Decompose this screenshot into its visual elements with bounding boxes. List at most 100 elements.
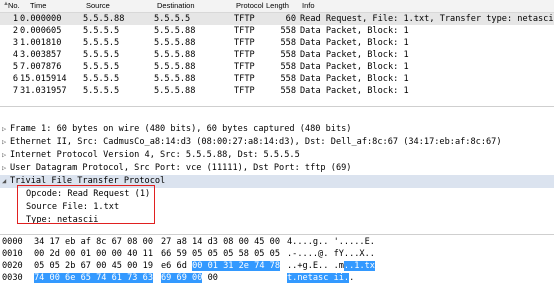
hex-offset: 0000 [2,237,23,247]
packet-no: 2 [12,26,18,36]
packet-bytes-pane[interactable]: 0000 34 17 eb af 8c 67 08 00 27 a8 14 d3… [0,234,554,283]
packet-length: 558 [280,26,296,36]
packet-destination: 5.5.5.88 [154,26,196,36]
packet-row[interactable]: 4 3.003857 5.5.5.5 5.5.5.88 TFTP 558 Dat… [0,49,554,61]
hex-offset: 0020 [2,261,23,271]
hex-bytes: 66 59 05 05 05 58 05 05 [161,249,280,259]
packet-list-header: ▲ No. Time Source Destination Protocol L… [0,0,554,13]
hex-bytes: 74 00 6e 65 74 61 73 63 [34,272,153,284]
packet-info: Data Packet, Block: 1 [300,26,409,36]
packet-time: 1.001810 [20,38,62,48]
packet-length: 60 [285,14,296,24]
packet-time: 0.000000 [20,14,62,24]
expand-arrow-icon[interactable]: ▷ [2,136,6,149]
hex-row: 0010 00 2d 00 01 00 00 40 11 66 59 05 05… [0,248,554,260]
col-header-time[interactable]: Time [30,1,46,10]
packet-source: 5.5.5.5 [83,62,120,72]
packet-length: 558 [280,50,296,60]
tree-item-label: Frame 1: 60 bytes on wire (480 bits), 60… [10,124,352,134]
tree-item-label: Ethernet II, Src: CadmusCo_a8:14:d3 (08:… [10,137,502,147]
annotation-highlight-box [17,185,155,224]
packet-info: Data Packet, Block: 1 [300,74,409,84]
hex-ascii: t.netasc ii.. [287,272,354,284]
packet-info: Data Packet, Block: 1 [300,86,409,96]
packet-destination: 5.5.5.88 [154,50,196,60]
hex-bytes-selected: 00 01 31 2e 74 78 [192,261,281,271]
packet-destination: 5.5.5.5 [154,14,191,24]
hex-offset: 0030 [2,273,23,283]
packet-protocol: TFTP [234,62,255,72]
packet-no: 7 [12,86,18,96]
tree-item-ip[interactable]: ▷ Internet Protocol Version 4, Src: 5.5.… [0,149,554,162]
col-header-length[interactable]: Length [266,1,289,10]
hex-bytes: e6 6d 00 01 31 2e 74 78 [161,260,281,272]
hex-ascii: ..+g.E.. .m..1.tx [287,260,375,272]
packet-source: 5.5.5.5 [83,74,120,84]
packet-source: 5.5.5.5 [83,50,120,60]
packet-protocol: TFTP [234,38,255,48]
expand-arrow-icon[interactable]: ▷ [2,162,6,175]
collapse-arrow-icon[interactable]: ◢ [2,175,6,188]
packet-row[interactable]: 6 15.015914 5.5.5.5 5.5.5.88 TFTP 558 Da… [0,73,554,85]
hex-bytes: 34 17 eb af 8c 67 08 00 [34,237,153,247]
packet-time: 31.031957 [20,86,67,96]
packet-protocol: TFTP [234,74,255,84]
packet-length: 558 [280,74,296,84]
hex-bytes: 05 05 2b 67 00 45 00 19 [34,261,153,271]
packet-destination: 5.5.5.88 [154,62,196,72]
packet-time: 3.003857 [20,50,62,60]
packet-protocol: TFTP [234,50,255,60]
pane-splitter[interactable] [0,106,554,122]
packet-info: Read Request, File: 1.txt, Transfer type… [300,14,554,24]
tree-item-label: User Datagram Protocol, Src Port: vce (1… [10,163,352,173]
hex-bytes: 69 69 00 00 [161,272,218,284]
tree-item-udp[interactable]: ▷ User Datagram Protocol, Src Port: vce … [0,162,554,175]
hex-ascii: 4....g.. '.....E. [287,237,375,247]
tree-item-label: Internet Protocol Version 4, Src: 5.5.5.… [10,150,300,160]
packet-source: 5.5.5.88 [83,14,125,24]
packet-info: Data Packet, Block: 1 [300,50,409,60]
hex-bytes-plain: e6 6d [161,261,187,271]
packet-source: 5.5.5.5 [83,38,120,48]
expand-arrow-icon[interactable]: ▷ [2,149,6,162]
packet-info: Data Packet, Block: 1 [300,38,409,48]
packet-row[interactable]: 1 0.000000 5.5.5.88 5.5.5.5 TFTP 60 Read… [0,13,554,25]
packet-time: 15.015914 [20,74,67,84]
col-header-no[interactable]: No. [8,1,20,10]
col-header-destination[interactable]: Destination [157,1,195,10]
col-header-info[interactable]: Info [302,1,315,10]
packet-no: 5 [12,62,18,72]
col-header-protocol[interactable]: Protocol [236,1,264,10]
hex-offset: 0010 [2,249,23,259]
packet-destination: 5.5.5.88 [154,74,196,84]
hex-ascii-plain: ..+g.E.. .m [287,261,344,271]
packet-no: 4 [12,50,18,60]
hex-ascii: .-....@. fY...X.. [287,249,375,259]
packet-row[interactable]: 2 0.000605 5.5.5.5 5.5.5.88 TFTP 558 Dat… [0,25,554,37]
packet-no: 3 [12,38,18,48]
tree-item-frame[interactable]: ▷ Frame 1: 60 bytes on wire (480 bits), … [0,123,554,136]
packet-info: Data Packet, Block: 1 [300,62,409,72]
packet-no: 1 [12,14,18,24]
tree-item-ethernet[interactable]: ▷ Ethernet II, Src: CadmusCo_a8:14:d3 (0… [0,136,554,149]
packet-row[interactable]: 5 7.007876 5.5.5.5 5.5.5.88 TFTP 558 Dat… [0,61,554,73]
col-header-source[interactable]: Source [86,1,110,10]
packet-protocol: TFTP [234,86,255,96]
hex-row: 0020 05 05 2b 67 00 45 00 19 e6 6d 00 01… [0,260,554,272]
packet-length: 558 [280,62,296,72]
hex-bytes: 27 a8 14 d3 08 00 45 00 [161,237,280,247]
packet-row[interactable]: 3 1.001810 5.5.5.5 5.5.5.88 TFTP 558 Dat… [0,37,554,49]
hex-row: 0000 34 17 eb af 8c 67 08 00 27 a8 14 d3… [0,236,554,248]
hex-ascii-selected: ..1.tx [343,261,375,271]
packet-list-pane[interactable]: ▲ No. Time Source Destination Protocol L… [0,0,554,107]
expand-arrow-icon[interactable]: ▷ [2,123,6,136]
packet-protocol: TFTP [234,14,255,24]
packet-no: 6 [12,74,18,84]
hex-row: 0030 74 00 6e 65 74 61 73 63 69 69 00 00… [0,272,554,284]
packet-destination: 5.5.5.88 [154,86,196,96]
packet-protocol: TFTP [234,26,255,36]
packet-row[interactable]: 7 31.031957 5.5.5.5 5.5.5.88 TFTP 558 Da… [0,85,554,97]
packet-time: 0.000605 [20,26,62,36]
hex-bytes: 00 2d 00 01 00 00 40 11 [34,249,153,259]
packet-source: 5.5.5.5 [83,26,120,36]
